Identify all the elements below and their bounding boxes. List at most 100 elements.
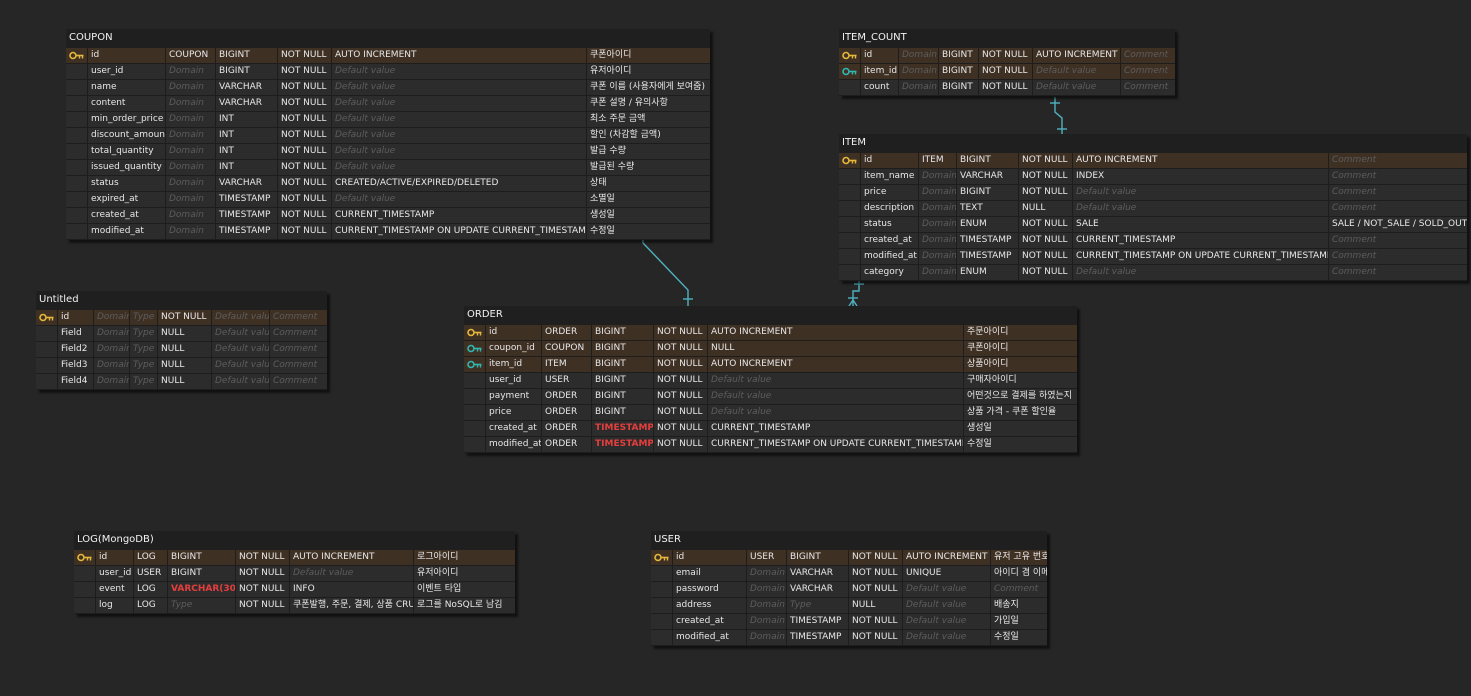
table-row[interactable]: name Domain VARCHAR NOT NULL Default value 쿠폰…	[66, 80, 710, 96]
table-row[interactable]: created_at Domain TIMESTAMP NOT NULL CURRENT…	[839, 233, 1467, 249]
table-row[interactable]: event LOG VARCHAR(30) NOT NULL INFO 이벤트 타입	[74, 582, 515, 598]
type-cell: Type	[168, 598, 236, 613]
table-title[interactable]: Untitled	[36, 291, 327, 310]
column-name-cell: email	[673, 566, 747, 581]
table-row[interactable]: category Domain ENUM NOT NULL Default value C…	[839, 265, 1467, 281]
table-row[interactable]: created_at ORDER TIMESTAMP NOT NULL CURRENT_…	[464, 421, 1077, 437]
default-value-cell: AUTO INCREMENT	[290, 550, 414, 565]
table-coupon[interactable]: COUPON id COUPON BIGINT NOT NULL AUTO INCREME…	[66, 29, 710, 240]
table-row[interactable]: created_at Domain TIMESTAMP NOT NULL CURRENT…	[66, 208, 710, 224]
type-cell: BIGINT	[787, 550, 849, 565]
table-row[interactable]: created_at Domain TIMESTAMP NOT NULL Default…	[651, 614, 1047, 630]
domain-cell: ORDER	[542, 389, 592, 404]
table-title[interactable]: LOG(MongoDB)	[74, 531, 515, 550]
table-row[interactable]: Field Domain Type NULL Default value Comment	[36, 326, 327, 342]
domain-cell: Domain	[94, 310, 130, 325]
column-name-cell: discount_amount	[88, 128, 166, 143]
table-row[interactable]: id LOG BIGINT NOT NULL AUTO INCREMENT 로그아이디	[74, 550, 515, 566]
type-cell: INT	[216, 160, 278, 175]
table-row[interactable]: id ITEM BIGINT NOT NULL AUTO INCREMENT Commen…	[839, 153, 1467, 169]
table-row[interactable]: status Domain VARCHAR NOT NULL CREATED/ACTIV…	[66, 176, 710, 192]
foreign-key-icon	[466, 344, 481, 353]
table-row[interactable]: modified_at Domain TIMESTAMP NOT NULL CURREN…	[839, 249, 1467, 265]
nullability-cell: NOT NULL	[654, 357, 708, 372]
table-user[interactable]: USER id USER BIGINT NOT NULL AUTO INCREMENT 유저…	[651, 531, 1047, 646]
table-row[interactable]: count Domain BIGINT NOT NULL Default value Co…	[839, 80, 1175, 96]
type-cell: Type	[130, 342, 158, 357]
itemcount-item-relation[interactable]	[1054, 97, 1063, 135]
table-row[interactable]: min_order_price Domain INT NOT NULL Default …	[66, 112, 710, 128]
default-value-cell: Default value	[903, 630, 991, 645]
table-row[interactable]: item_id ITEM BIGINT NOT NULL AUTO INCREMENT 상…	[464, 357, 1077, 373]
comment-cell: 쿠폰 이름 (사용자에게 보여줌)	[590, 82, 705, 92]
table-row[interactable]: discount_amount Domain INT NOT NULL Default …	[66, 128, 710, 144]
key-cell	[464, 373, 486, 388]
table-item[interactable]: ITEM id ITEM BIGINT NOT NULL AUTO INCREMENT Co…	[839, 134, 1467, 281]
table-row[interactable]: password Domain VARCHAR NOT NULL Default val…	[651, 582, 1047, 598]
table-row[interactable]: status Domain ENUM NOT NULL SALE SALE / NOT_S…	[839, 217, 1467, 233]
nullability-cell: NULL	[158, 358, 212, 373]
table-row[interactable]: content Domain VARCHAR NOT NULL Default valu…	[66, 96, 710, 112]
table-row[interactable]: description Domain TEXT NULL Default value Co…	[839, 201, 1467, 217]
key-cell	[651, 582, 673, 597]
coupon-order-relation[interactable]	[642, 231, 689, 306]
column-name-cell: Field	[58, 326, 94, 341]
table-title[interactable]: ITEM_COUNT	[839, 29, 1175, 48]
table-title[interactable]: COUPON	[66, 29, 710, 48]
table-order[interactable]: ORDER id ORDER BIGINT NOT NULL AUTO INCREMENT…	[464, 306, 1077, 453]
table-row[interactable]: expired_at Domain TIMESTAMP NOT NULL Default…	[66, 192, 710, 208]
table-row[interactable]: Field3 Domain Type NULL Default value Comment	[36, 358, 327, 374]
table-row[interactable]: user_id USER BIGINT NOT NULL Default value 유저…	[74, 566, 515, 582]
column-name-cell: created_at	[673, 614, 747, 629]
table-row[interactable]: user_id USER BIGINT NOT NULL Default value 구매…	[464, 373, 1077, 389]
table-row[interactable]: log LOG Type NOT NULL 쿠폰발행, 주문, 결제, 상품 CRUD 로…	[74, 598, 515, 614]
comment-cell: 유저 고유 번호	[994, 552, 1047, 562]
table-untitled[interactable]: Untitled id Domain Type NOT NULL Default valu…	[36, 291, 327, 390]
table-row[interactable]: id COUPON BIGINT NOT NULL AUTO INCREMENT 쿠폰아이…	[66, 48, 710, 64]
table-title[interactable]: ORDER	[464, 306, 1077, 325]
column-name-cell: user_id	[88, 64, 166, 79]
table-row[interactable]: email Domain VARCHAR NOT NULL UNIQUE 아이디 겸 이메…	[651, 566, 1047, 582]
domain-cell: LOG	[134, 582, 168, 597]
table-row[interactable]: user_id Domain BIGINT NOT NULL Default value…	[66, 64, 710, 80]
column-name-cell: item_name	[861, 169, 919, 184]
default-value-cell: AUTO INCREMENT	[708, 357, 964, 372]
table-log-mongodb[interactable]: LOG(MongoDB) id LOG BIGINT NOT NULL AUTO INCR…	[74, 531, 515, 614]
type-cell: TIMESTAMP	[216, 224, 278, 239]
type-cell: BIGINT	[592, 341, 654, 356]
item-order-relation[interactable]	[852, 277, 860, 306]
default-value-cell: Default value	[332, 112, 587, 127]
default-value-cell: AUTO INCREMENT	[903, 550, 991, 565]
table-row[interactable]: Field2 Domain Type NULL Default value Comment	[36, 342, 327, 358]
primary-key-icon	[76, 553, 91, 562]
table-row[interactable]: item_name Domain VARCHAR NOT NULL INDEX Comme…	[839, 169, 1467, 185]
table-row[interactable]: modified_at Domain TIMESTAMP NOT NULL Defaul…	[651, 630, 1047, 646]
nullability-cell: NOT NULL	[278, 48, 332, 63]
table-row[interactable]: price Domain BIGINT NOT NULL Default value Co…	[839, 185, 1467, 201]
comment-cell: Comment	[273, 376, 318, 386]
table-row[interactable]: payment ORDER BIGINT NOT NULL Default value 어…	[464, 389, 1077, 405]
table-row[interactable]: total_quantity Domain INT NOT NULL Default v…	[66, 144, 710, 160]
table-title[interactable]: ITEM	[839, 134, 1467, 153]
default-value-cell: CURRENT_TIMESTAMP ON UPDATE CURRENT_TIME…	[708, 437, 964, 452]
table-row[interactable]: id ORDER BIGINT NOT NULL AUTO INCREMENT 주문아이디	[464, 325, 1077, 341]
table-row[interactable]: id Domain Type NOT NULL Default value Comment	[36, 310, 327, 326]
table-row[interactable]: price ORDER BIGINT NOT NULL Default value 상품 …	[464, 405, 1077, 421]
table-row[interactable]: coupon_id COUPON BIGINT NOT NULL NULL 쿠폰아이디	[464, 341, 1077, 357]
table-title[interactable]: USER	[651, 531, 1047, 550]
table-row[interactable]: id Domain BIGINT NOT NULL AUTO INCREMENT Comm…	[839, 48, 1175, 64]
table-item-count[interactable]: ITEM_COUNT id Domain BIGINT NOT NULL AUTO INC…	[839, 29, 1175, 96]
table-row[interactable]: item_id Domain BIGINT NOT NULL Default value…	[839, 64, 1175, 80]
table-row[interactable]: id USER BIGINT NOT NULL AUTO INCREMENT 유저 고유 …	[651, 550, 1047, 566]
table-row[interactable]: issued_quantity Domain INT NOT NULL Default …	[66, 160, 710, 176]
table-row[interactable]: modified_at ORDER TIMESTAMP NOT NULL CURRENT…	[464, 437, 1077, 453]
nullability-cell: NOT NULL	[278, 176, 332, 191]
table-row[interactable]: Field4 Domain Type NULL Default value Comment	[36, 374, 327, 390]
table-row[interactable]: modified_at Domain TIMESTAMP NOT NULL CURREN…	[66, 224, 710, 240]
nullability-cell: NOT NULL	[849, 566, 903, 581]
table-row[interactable]: address Domain Type NULL Default value 배송지	[651, 598, 1047, 614]
type-cell: TIMESTAMP	[787, 630, 849, 645]
key-cell	[66, 48, 88, 63]
comment-cell: Comment	[1124, 82, 1169, 92]
type-cell: TIMESTAMP	[957, 233, 1019, 248]
